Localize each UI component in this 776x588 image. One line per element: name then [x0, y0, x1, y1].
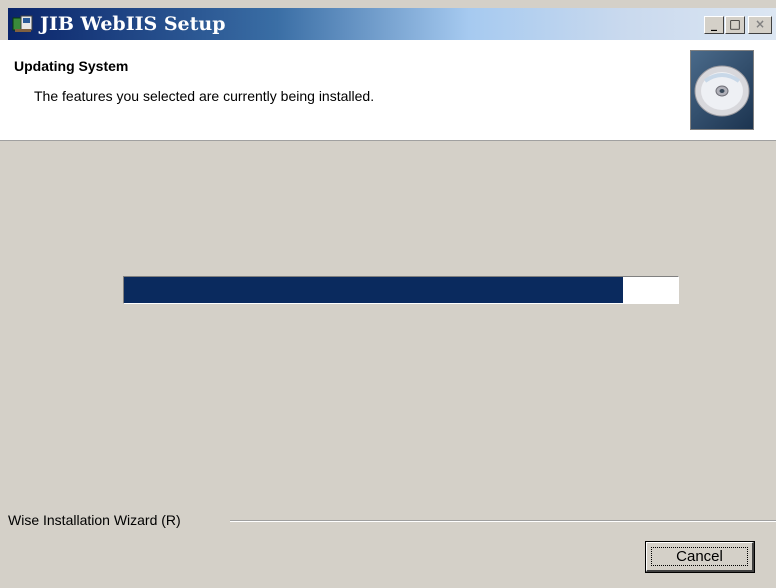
cancel-button[interactable]: Cancel	[645, 541, 755, 573]
setup-window: JIB WebIIS Setup _ □ × Updating System T…	[0, 0, 776, 588]
wizard-header: Updating System The features you selecte…	[0, 40, 776, 141]
title-bar[interactable]: JIB WebIIS Setup _ □ ×	[8, 8, 776, 40]
maximize-button[interactable]: □	[725, 16, 745, 34]
progress-fill	[124, 277, 623, 303]
setup-icon	[12, 15, 33, 32]
cd-disc-icon	[690, 50, 754, 130]
footer-divider	[230, 520, 776, 522]
close-button[interactable]: ×	[748, 16, 772, 34]
page-subtitle: The features you selected are currently …	[34, 88, 375, 104]
minimize-button[interactable]: _	[704, 16, 724, 34]
install-progress-bar	[123, 276, 679, 304]
page-title: Updating System	[14, 58, 129, 74]
cancel-button-label: Cancel	[651, 547, 748, 566]
wizard-brand-label: Wise Installation Wizard (R)	[8, 512, 187, 528]
window-title: JIB WebIIS Setup	[40, 13, 226, 35]
